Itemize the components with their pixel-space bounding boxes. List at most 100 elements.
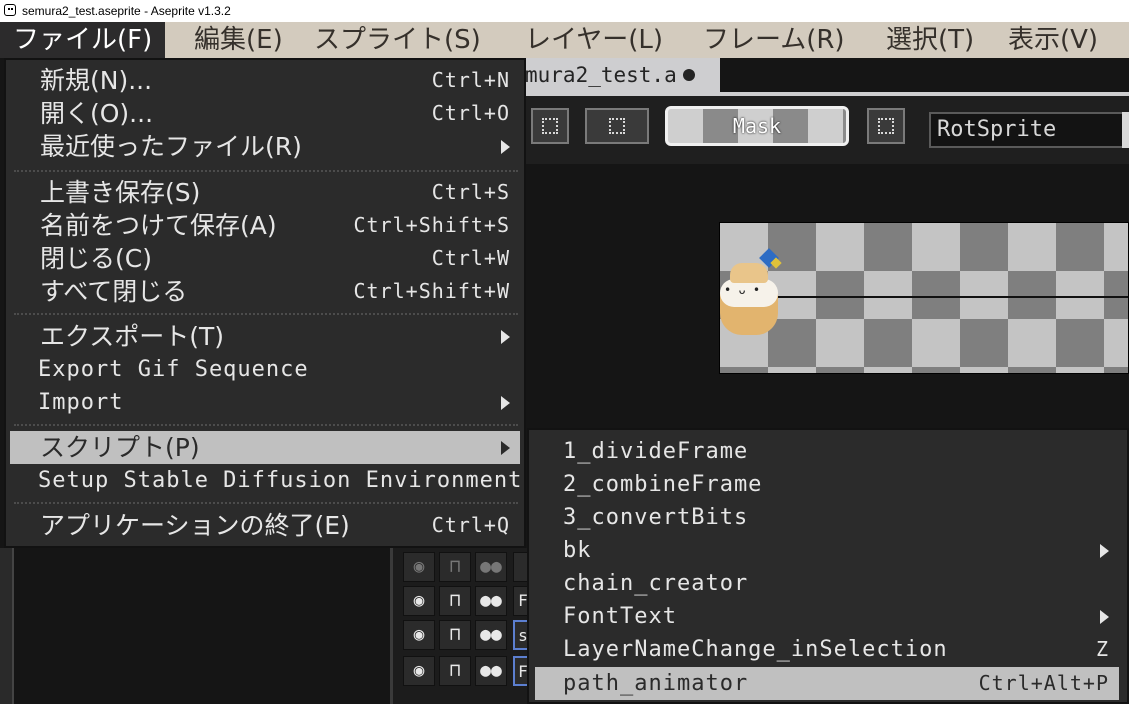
unsaved-dot-icon bbox=[682, 69, 695, 81]
file-menu-dropdown: 新規(N)... Ctrl+N 開く(O)... Ctrl+O 最近使ったファイ… bbox=[4, 58, 526, 548]
menu-layer[interactable]: レイヤー(L) bbox=[512, 22, 676, 58]
menu-select[interactable]: 選択(T) bbox=[873, 22, 987, 58]
dotted-square-icon bbox=[878, 118, 894, 134]
aseprite-app-icon bbox=[4, 4, 16, 16]
menu-item-import[interactable]: Import bbox=[10, 386, 520, 419]
menu-item-label: すべて閉じる bbox=[40, 277, 188, 306]
rotation-algorithm-select[interactable]: RotSprite bbox=[929, 112, 1129, 148]
menu-item-save[interactable]: 上書き保存(S) Ctrl+S bbox=[10, 176, 520, 209]
menu-item-label: 上書き保存(S) bbox=[40, 178, 201, 207]
continuous-icon[interactable]: ●● bbox=[475, 586, 507, 616]
left-panel bbox=[0, 548, 14, 704]
document-tab[interactable]: mura2_test.a bbox=[515, 58, 720, 92]
menu-item-shortcut: Ctrl+O bbox=[431, 101, 510, 125]
submenu-arrow-icon bbox=[501, 396, 510, 410]
script-item-chain-creator[interactable]: chain_creator bbox=[535, 567, 1119, 600]
eye-icon[interactable]: ◉ bbox=[403, 656, 435, 686]
menu-item-label: Export Gif Sequence bbox=[38, 357, 309, 382]
menu-item-shortcut: Ctrl+Q bbox=[431, 513, 510, 537]
menu-separator bbox=[14, 502, 518, 504]
menu-item-shortcut: Ctrl+S bbox=[431, 180, 510, 204]
title-bar: semura2_test.aseprite - Aseprite v1.3.2 bbox=[0, 0, 1129, 22]
script-item-font-text[interactable]: FontText bbox=[535, 600, 1119, 633]
menu-item-open[interactable]: 開く(O)... Ctrl+O bbox=[10, 97, 520, 130]
script-item-path-animator[interactable]: path_animator Ctrl+Alt+P bbox=[535, 667, 1119, 700]
menu-item-label: 新規(N)... bbox=[40, 66, 153, 95]
menu-item-label: FontText bbox=[563, 604, 677, 629]
eye-icon[interactable]: ◉ bbox=[403, 552, 435, 582]
scripts-submenu: 1_divideFrame 2_combineFrame 3_convertBi… bbox=[527, 428, 1129, 704]
menu-item-label: path_animator bbox=[563, 671, 749, 696]
layer-row[interactable]: ◉ ⊓ ●● F bbox=[403, 586, 533, 618]
menu-item-label: アプリケーションの終了(E) bbox=[40, 511, 350, 540]
menu-item-label: エクスポート(T) bbox=[40, 322, 225, 351]
menu-item-shortcut: Ctrl+Alt+P bbox=[978, 671, 1109, 695]
transparent-color-button[interactable] bbox=[867, 108, 905, 144]
menu-item-exit[interactable]: アプリケーションの終了(E) Ctrl+Q bbox=[10, 509, 520, 542]
menu-item-label: bk bbox=[563, 538, 592, 563]
script-item-combine-frame[interactable]: 2_combineFrame bbox=[535, 468, 1119, 501]
menu-view[interactable]: 表示(V) bbox=[995, 22, 1111, 58]
menu-item-label: 閉じる(C) bbox=[40, 244, 152, 273]
menu-item-shortcut: Ctrl+W bbox=[431, 246, 510, 270]
script-item-divide-frame[interactable]: 1_divideFrame bbox=[535, 435, 1119, 468]
lock-icon[interactable]: ⊓ bbox=[439, 586, 471, 616]
eye-icon[interactable]: ◉ bbox=[403, 586, 435, 616]
lock-icon[interactable]: ⊓ bbox=[439, 656, 471, 686]
selection-mode-button[interactable] bbox=[531, 108, 569, 144]
menu-frame[interactable]: フレーム(R) bbox=[690, 22, 858, 58]
menu-item-export[interactable]: エクスポート(T) bbox=[10, 320, 520, 353]
menu-item-save-as[interactable]: 名前をつけて保存(A) Ctrl+Shift+S bbox=[10, 209, 520, 242]
sprite-character-image: • ᴗ • bbox=[720, 248, 782, 335]
menu-item-label: 1_divideFrame bbox=[563, 439, 749, 464]
pivot-button[interactable] bbox=[585, 108, 649, 144]
layer-row[interactable]: ◉ ⊓ ●● bbox=[403, 552, 533, 584]
mask-button[interactable]: Mask bbox=[665, 106, 849, 146]
menu-item-new[interactable]: 新規(N)... Ctrl+N bbox=[10, 64, 520, 97]
lock-icon[interactable]: ⊓ bbox=[439, 552, 471, 582]
menu-item-close[interactable]: 閉じる(C) Ctrl+W bbox=[10, 242, 520, 275]
menu-file[interactable]: ファイル(F) bbox=[0, 22, 166, 58]
menu-item-label: Import bbox=[38, 390, 124, 415]
menu-item-close-all[interactable]: すべて閉じる Ctrl+Shift+W bbox=[10, 275, 520, 308]
script-item-convert-bits[interactable]: 3_convertBits bbox=[535, 501, 1119, 534]
menu-item-setup-stable-diffusion[interactable]: Setup Stable Diffusion Environment bbox=[10, 464, 523, 497]
menu-item-export-gif-sequence[interactable]: Export Gif Sequence bbox=[10, 353, 520, 386]
eye-icon[interactable]: ◉ bbox=[403, 620, 435, 650]
submenu-arrow-icon bbox=[501, 441, 510, 455]
guide-line bbox=[774, 296, 1128, 298]
lock-icon[interactable]: ⊓ bbox=[439, 620, 471, 650]
menu-item-label: 2_combineFrame bbox=[563, 472, 763, 497]
layer-row[interactable]: ◉ ⊓ ●● s bbox=[403, 620, 533, 652]
context-toolbar: Mask RotSprite bbox=[515, 96, 1129, 164]
dotted-square-icon bbox=[542, 118, 558, 134]
menu-item-label: Setup Stable Diffusion Environment bbox=[38, 468, 523, 493]
menu-item-scripts[interactable]: スクリプト(P) bbox=[10, 431, 520, 464]
script-item-bk[interactable]: bk bbox=[535, 534, 1119, 567]
menu-item-label: 3_convertBits bbox=[563, 505, 749, 530]
menu-item-recent-files[interactable]: 最近使ったファイル(R) bbox=[10, 130, 520, 163]
menu-bar: ファイル(F) 編集(E) スプライト(S) レイヤー(L) フレーム(R) 選… bbox=[0, 22, 1129, 58]
submenu-arrow-icon bbox=[1100, 544, 1109, 558]
menu-item-shortcut: Ctrl+Shift+W bbox=[353, 279, 510, 303]
menu-edit[interactable]: 編集(E) bbox=[181, 22, 296, 58]
menu-separator bbox=[14, 170, 518, 172]
dropdown-handle[interactable] bbox=[1122, 112, 1129, 148]
script-item-layer-name-change[interactable]: LayerNameChange_inSelection Z bbox=[535, 633, 1119, 666]
sprite-top bbox=[730, 263, 768, 283]
sprite-canvas[interactable]: • ᴗ • bbox=[719, 222, 1129, 374]
submenu-arrow-icon bbox=[1100, 610, 1109, 624]
menu-sprite[interactable]: スプライト(S) bbox=[301, 22, 494, 58]
continuous-icon[interactable]: ●● bbox=[475, 620, 507, 650]
sprite-face: • ᴗ • bbox=[724, 283, 761, 297]
timeline-panel: ◉ ⊓ ●● ◉ ⊓ ●● F ◉ ⊓ ●● s ◉ ⊓ ●● F bbox=[390, 548, 533, 704]
submenu-arrow-icon bbox=[501, 330, 510, 344]
window-title: semura2_test.aseprite - Aseprite v1.3.2 bbox=[22, 4, 231, 18]
continuous-icon[interactable]: ●● bbox=[475, 656, 507, 686]
continuous-icon[interactable]: ●● bbox=[475, 552, 507, 582]
menu-item-label: LayerNameChange_inSelection bbox=[563, 637, 948, 662]
layer-row[interactable]: ◉ ⊓ ●● F bbox=[403, 656, 533, 688]
menu-item-label: スクリプト(P) bbox=[40, 433, 200, 462]
menu-separator bbox=[14, 313, 518, 315]
menu-item-shortcut: Ctrl+N bbox=[431, 68, 510, 92]
